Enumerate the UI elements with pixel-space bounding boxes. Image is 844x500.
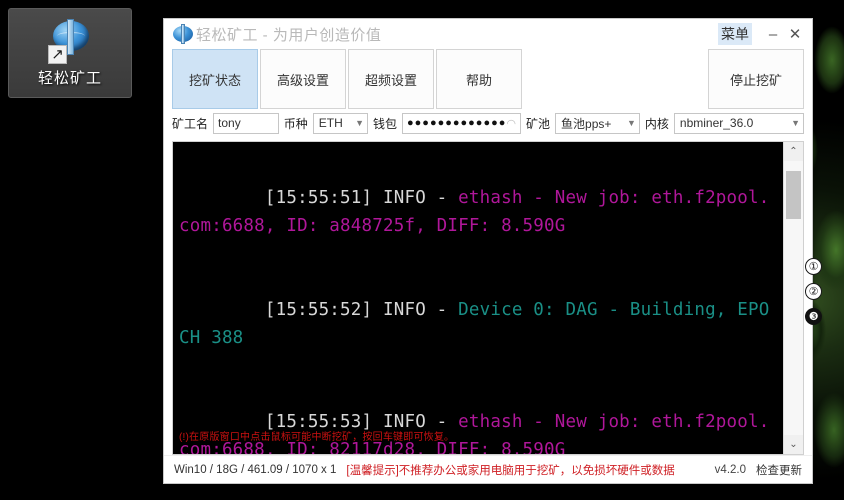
log-level: INFO - (372, 300, 459, 320)
eye-icon[interactable]: ◠ (506, 117, 516, 130)
tip-body: 不推荐办公或家用电脑用于挖矿，以免损坏硬件或数据 (398, 464, 675, 477)
pool-select[interactable]: 鱼池pps+ ▼ (555, 112, 640, 134)
desktop-shortcut-label: 轻松矿工 (37, 69, 102, 87)
shortcut-arrow-icon: ↗ (48, 44, 67, 64)
system-info: Win10 / 18G / 461.09 / 1070 x 1 (174, 463, 337, 476)
console-warning-text: (!)在原版窗口中点击鼠标可能中断挖矿，按回车键即可恢复。 (179, 432, 455, 443)
app-logo-icon (172, 24, 194, 44)
coin-label: 币种 (283, 116, 308, 131)
version-label: v4.2.0 (714, 463, 746, 476)
status-bar: Win10 / 18G / 461.09 / 1070 x 1 [温馨提示]不推… (164, 455, 812, 483)
tab-advanced-settings[interactable]: 高级设置 (260, 49, 346, 109)
tab-help[interactable]: 帮助 (436, 49, 522, 109)
tab-overclock-settings[interactable]: 超频设置 (348, 49, 434, 109)
tab-mining-status[interactable]: 挖矿状态 (172, 49, 258, 109)
step-badge-3: ❸ (805, 308, 822, 325)
mining-config-row: 矿工名 tony 币种 ETH ▼ 钱包 ●●●●●●●●●●●●● ◠ 矿池 … (164, 109, 812, 137)
log-line: [15:55:51] INFO - ethash - New job: eth.… (179, 156, 777, 268)
coin-select[interactable]: ETH ▼ (312, 112, 368, 134)
console-output[interactable]: [15:55:51] INFO - ethash - New job: eth.… (173, 142, 783, 454)
log-timestamp: [15:55:52] (264, 300, 373, 320)
kernel-label: 内核 (644, 116, 669, 131)
close-button[interactable]: ✕ (784, 25, 806, 43)
kernel-select-value: nbminer_36.0 (679, 116, 754, 130)
miner-name-input[interactable]: tony (213, 112, 279, 134)
menu-button[interactable]: 菜单 (718, 23, 752, 45)
chevron-up-icon[interactable]: ⌃ (784, 142, 803, 161)
log-level: INFO - (372, 188, 459, 208)
coin-select-value: ETH (318, 116, 343, 130)
step-badge-2: ② (805, 283, 822, 300)
desktop-shortcut-yisongkuanggong[interactable]: ↗ 轻松矿工 (8, 8, 132, 98)
chevron-down-icon: ▼ (791, 118, 800, 128)
application-window: 轻松矿工 - 为用户创造价值 菜单 – ✕ 挖矿状态 高级设置 超频设置 帮助 … (163, 18, 813, 484)
scrollbar-thumb[interactable] (786, 171, 801, 219)
log-timestamp: [15:55:51] (264, 188, 373, 208)
chevron-down-icon[interactable]: ⌄ (784, 435, 803, 454)
miner-name-label: 矿工名 (172, 116, 209, 131)
pool-select-value: 鱼池pps+ (561, 116, 612, 131)
console-scrollbar[interactable]: ⌃ ⌄ (783, 142, 803, 454)
log-line: [15:55:52] INFO - Device 0: DAG - Buildi… (179, 268, 777, 380)
step-badges: ① ② ❸ (805, 258, 822, 325)
chevron-down-icon: ▼ (355, 118, 364, 128)
scrollbar-track[interactable] (784, 161, 803, 435)
pool-label: 矿池 (526, 116, 551, 131)
tip-tag: [温馨提示] (346, 464, 399, 477)
chevron-down-icon: ▼ (626, 118, 636, 128)
wallet-input[interactable]: ●●●●●●●●●●●●● ◠ (402, 112, 521, 134)
step-badge-1: ① (805, 258, 822, 275)
tab-bar: 挖矿状态 高级设置 超频设置 帮助 停止挖矿 (164, 49, 812, 109)
check-update-link[interactable]: 检查更新 (756, 462, 802, 478)
minimize-button[interactable]: – (762, 26, 784, 43)
title-bar: 轻松矿工 - 为用户创造价值 菜单 – ✕ (164, 19, 812, 49)
window-title: 轻松矿工 - 为用户创造价值 (196, 26, 382, 44)
wallet-label: 钱包 (373, 116, 398, 131)
wallet-masked-value: ●●●●●●●●●●●●● (407, 117, 507, 129)
mining-globe-icon: ↗ (45, 18, 95, 65)
stop-mining-button[interactable]: 停止挖矿 (708, 49, 804, 109)
console-panel: [15:55:51] INFO - ethash - New job: eth.… (172, 141, 804, 455)
tip-message: [温馨提示]不推荐办公或家用电脑用于挖矿，以免损坏硬件或数据 (346, 462, 674, 478)
kernel-select[interactable]: nbminer_36.0 ▼ (673, 112, 804, 134)
